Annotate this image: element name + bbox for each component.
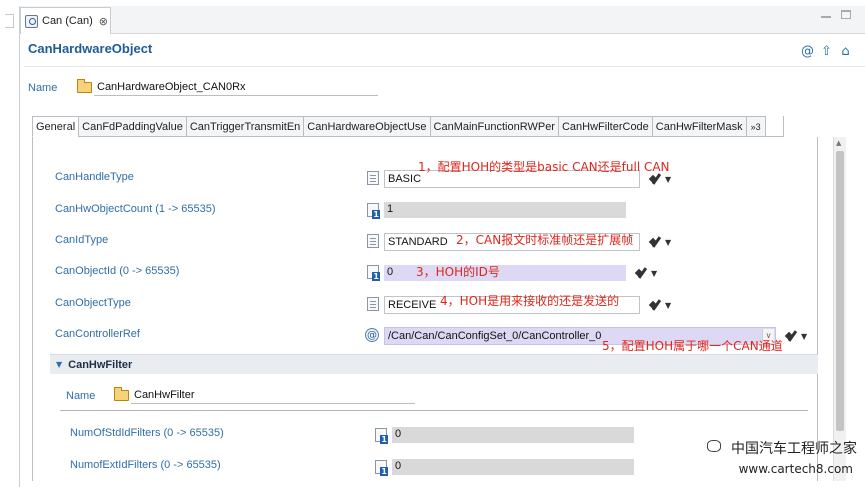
page-title: CanHardwareObject xyxy=(28,41,153,56)
reference-param-icon: @ xyxy=(365,328,379,342)
can-hw-object-count-field: 1 xyxy=(384,202,626,218)
can-hw-object-count-label: CanHwObjectCount (1 -> 65535) xyxy=(55,203,216,215)
chevron-down-icon: ▼ xyxy=(801,331,808,341)
header-toolbar: @ ⇧ ⌂ xyxy=(800,44,853,59)
num-std-id-filters-label: NumOfStdIdFilters (0 -> 65535) xyxy=(70,427,224,439)
hw-filter-name-input[interactable] xyxy=(131,386,415,404)
editor-tab-label: Can (Can) xyxy=(42,15,93,27)
can-hw-filter-section-header[interactable]: ▼ CanHwFilter xyxy=(50,354,818,374)
enum-param-icon xyxy=(367,234,379,248)
subtab-main-function-rw[interactable]: CanMainFunctionRWPer xyxy=(429,116,558,137)
hw-filter-name-label: Name xyxy=(66,390,96,402)
wand-icon xyxy=(650,236,662,248)
minimize-icon[interactable] xyxy=(821,16,831,18)
module-icon xyxy=(25,14,38,28)
editor-tab-can[interactable]: Can (Can) ⊗ xyxy=(20,7,111,34)
can-object-type-label: CanObjectType xyxy=(55,297,131,309)
left-gutter xyxy=(0,0,19,487)
enum-param-icon xyxy=(367,171,379,185)
integer-param-icon xyxy=(375,428,388,444)
folder-icon xyxy=(114,387,129,401)
wechat-logo-icon xyxy=(707,440,721,452)
name-input[interactable] xyxy=(94,78,378,96)
num-ext-id-filters-field: 0 xyxy=(392,459,634,475)
can-controller-ref-value: /Can/Can/CanConfigSet_0/CanController_0 xyxy=(388,330,602,342)
at-reference-icon[interactable]: @ xyxy=(800,44,815,59)
annotation-5: 5，配置HOH属于哪一个CAN通道 xyxy=(602,339,783,353)
can-id-type-label: CanIdType xyxy=(55,234,109,246)
home-icon[interactable]: ⌂ xyxy=(838,44,853,59)
enum-param-icon xyxy=(367,297,379,311)
close-icon[interactable]: ⊗ xyxy=(99,15,108,28)
vertical-scrollbar[interactable]: ▲ xyxy=(833,137,846,481)
calc-wand-button[interactable]: ▼ xyxy=(650,236,671,248)
subtab-trigger-transmit[interactable]: CanTriggerTransmitEn xyxy=(185,116,304,137)
window-controls xyxy=(821,10,851,19)
integer-param-icon xyxy=(367,265,380,281)
subtab-hw-filter-mask[interactable]: CanHwFilterMask xyxy=(651,116,746,137)
maximize-icon[interactable] xyxy=(841,10,851,19)
parameter-tab-bar: General CanFdPaddingValue CanTriggerTran… xyxy=(32,116,784,137)
scroll-thumb[interactable] xyxy=(836,151,844,431)
num-ext-id-filters-label: NumofExtIdFilters (0 -> 65535) xyxy=(70,459,221,471)
name-label: Name xyxy=(28,82,58,94)
subtab-general[interactable]: General xyxy=(32,116,79,137)
up-arrow-icon[interactable]: ⇧ xyxy=(819,44,834,59)
watermark: 中国汽车工程师之家 www.cartech8.com xyxy=(707,438,857,482)
collapse-triangle-icon[interactable]: ▼ xyxy=(56,360,62,369)
annotation-2: 2，CAN报文时标准帧还是扩展帧 xyxy=(456,233,634,247)
scroll-up-icon[interactable]: ▲ xyxy=(836,139,841,147)
wand-icon xyxy=(636,267,648,279)
can-handle-type-label: CanHandleType xyxy=(55,171,134,183)
subtab-overflow-chevron[interactable]: »3 xyxy=(745,116,766,137)
can-object-id-label: CanObjectId (0 -> 65535) xyxy=(55,265,180,277)
integer-param-icon xyxy=(367,203,380,219)
gutter-marker xyxy=(5,14,14,28)
annotation-4: 4，HOH是用来接收的还是发送的 xyxy=(440,294,620,308)
subtab-fd-padding-value[interactable]: CanFdPaddingValue xyxy=(78,116,186,137)
integer-param-icon xyxy=(375,460,388,476)
chevron-down-icon: ▼ xyxy=(665,237,672,247)
calc-wand-button[interactable]: ▼ xyxy=(650,299,671,311)
wand-icon xyxy=(786,330,798,342)
header-divider xyxy=(24,66,865,67)
editor-tab-strip: Can (Can) ⊗ xyxy=(20,6,865,34)
watermark-title: 中国汽车工程师之家 xyxy=(731,441,857,457)
subtab-hw-filter-code[interactable]: CanHwFilterCode xyxy=(557,116,652,137)
section-title: CanHwFilter xyxy=(68,358,133,371)
can-controller-ref-label: CanControllerRef xyxy=(55,328,140,340)
calc-wand-button[interactable]: ▼ xyxy=(786,330,807,342)
wand-icon xyxy=(650,299,662,311)
chevron-down-icon: ▼ xyxy=(651,268,658,278)
watermark-url: www.cartech8.com xyxy=(738,462,853,476)
annotation-1: 1，配置HOH的类型是basic CAN还是full CAN xyxy=(418,160,670,174)
num-std-id-filters-field: 0 xyxy=(392,427,634,443)
hw-filter-divider xyxy=(60,410,808,411)
subtab-hw-object-use[interactable]: CanHardwareObjectUse xyxy=(303,116,430,137)
annotation-3: 3，HOH的ID号 xyxy=(416,265,500,279)
chevron-down-icon: ▼ xyxy=(665,300,672,310)
chevron-down-icon: ▼ xyxy=(665,174,672,184)
calc-wand-button[interactable]: ▼ xyxy=(636,267,657,279)
folder-icon xyxy=(77,79,92,93)
